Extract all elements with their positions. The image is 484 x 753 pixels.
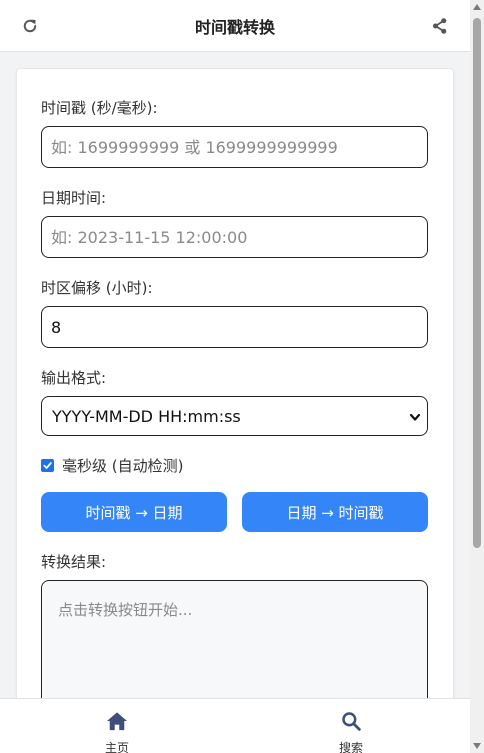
top-header: 时间戳转换 [0,0,470,52]
millis-option: 毫秒级 (自动检测) [41,455,183,476]
search-icon [341,711,361,735]
format-select[interactable]: YYYY-MM-DD HH:mm:ss [41,396,428,436]
millis-checkbox[interactable] [41,459,54,472]
timezone-label: 时区偏移 (小时): [41,279,153,297]
result-placeholder: 点击转换按钮开始... [58,601,193,619]
millis-label: 毫秒级 (自动检测) [62,457,184,475]
home-icon [106,711,128,735]
format-selected-value: YYYY-MM-DD HH:mm:ss [52,406,241,426]
bottom-nav: 主页 搜索 [0,698,470,753]
scrollbar-thumb[interactable] [473,18,481,548]
scroll-down-arrow[interactable] [473,743,481,749]
refresh-icon[interactable] [18,14,42,38]
chevron-down-icon [409,409,421,428]
app-root: 时间戳转换 时间戳 (秒/毫秒): 日期时间: 时区偏移 (小时): 输出格式:… [0,0,484,753]
nav-search-label: 搜索 [338,741,363,753]
datetime-label: 日期时间: [41,189,107,207]
datetime-input[interactable] [41,216,428,258]
timestamp-label: 时间戳 (秒/毫秒): [41,99,158,117]
nav-search[interactable]: 搜索 [321,711,381,753]
nav-home-label: 主页 [104,741,129,753]
timezone-input[interactable] [41,306,428,348]
format-label: 输出格式: [41,369,107,387]
result-label: 转换结果: [41,553,107,571]
date-to-timestamp-button[interactable]: 日期 → 时间戳 [242,492,428,532]
timestamp-input[interactable] [41,126,428,168]
share-icon[interactable] [428,14,452,38]
timestamp-to-date-button[interactable]: 时间戳 → 日期 [41,492,227,532]
scroll-up-arrow[interactable] [473,4,481,10]
nav-home[interactable]: 主页 [87,711,147,753]
scrollbar[interactable] [470,0,484,753]
page-title: 时间戳转换 [194,17,275,37]
